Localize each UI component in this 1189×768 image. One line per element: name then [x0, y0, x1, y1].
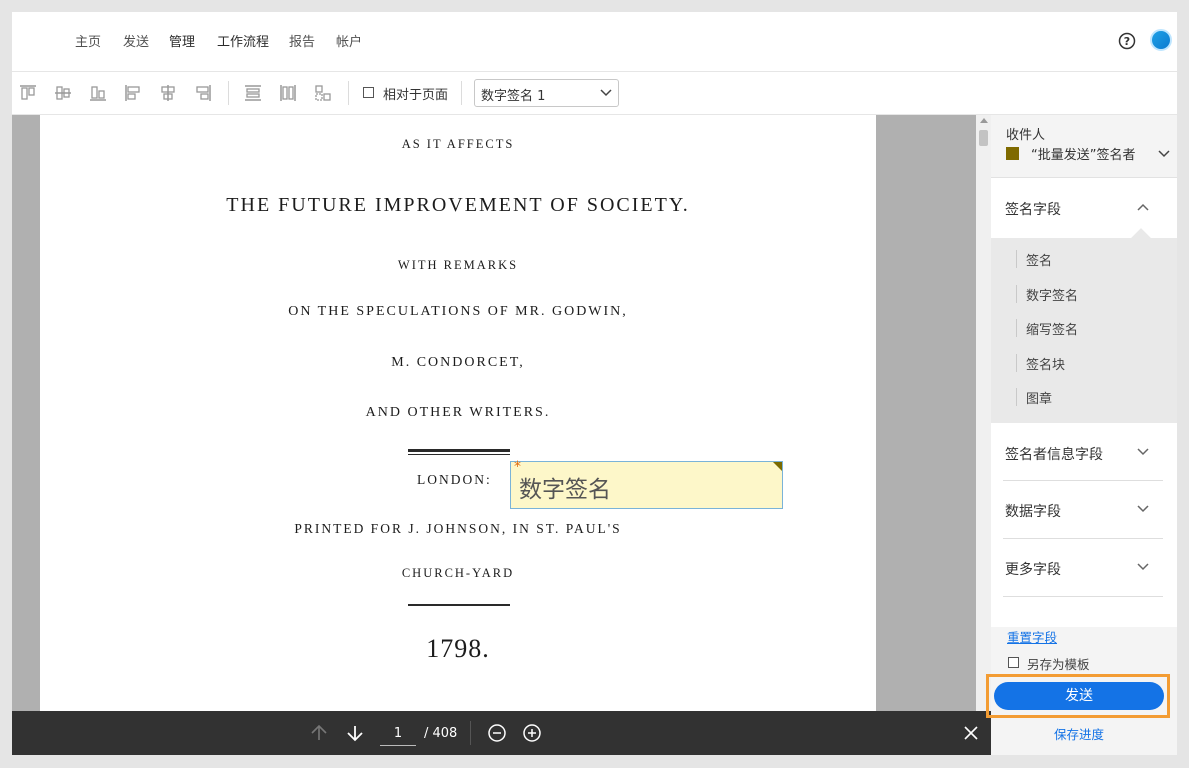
alignment-toolbar: 相对于页面 数字签名 1: [12, 72, 1177, 115]
section-title: 数据字段: [1005, 504, 1061, 520]
same-size-icon[interactable]: [313, 83, 333, 103]
signature-field-list: 签名 数字签名 缩写签名 签名块 图章: [991, 238, 1177, 423]
align-bottom-icon[interactable]: [88, 83, 108, 103]
avatar[interactable]: [1150, 29, 1172, 51]
save-as-template-label: 另存为模板: [1027, 657, 1090, 672]
arrow-up-icon[interactable]: [309, 723, 329, 743]
field-item-initials[interactable]: 缩写签名: [1016, 319, 1078, 338]
recipient-color-swatch: [1006, 147, 1019, 160]
doc-line: WITH REMARKS: [397, 258, 519, 272]
save-as-template-checkbox[interactable]: [1008, 657, 1019, 668]
panel-divider: [1003, 596, 1163, 597]
field-item-signature[interactable]: 签名: [1016, 250, 1052, 269]
reset-fields-link[interactable]: 重置字段: [1007, 627, 1057, 646]
field-item-signature-block[interactable]: 签名块: [1016, 354, 1065, 373]
align-center-icon[interactable]: [158, 83, 178, 103]
nav-send[interactable]: 发送: [123, 31, 149, 50]
doc-title: THE FUTURE IMPROVEMENT OF SOCIETY.: [226, 194, 690, 216]
digital-signature-field[interactable]: * 数字签名: [510, 459, 783, 509]
document-page: AS IT AFFECTS THE FUTURE IMPROVEMENT OF …: [40, 115, 876, 711]
section-signature-fields[interactable]: 签名字段: [991, 178, 1177, 238]
field-color-corner: [773, 462, 782, 471]
field-select-dropdown[interactable]: 数字签名 1: [474, 79, 619, 107]
field-item-stamp[interactable]: 图章: [1016, 388, 1052, 407]
doc-line: M. CONDORCET,: [391, 355, 525, 370]
save-progress-link[interactable]: 保存进度: [1054, 724, 1104, 743]
scroll-up-arrow[interactable]: [980, 118, 988, 123]
doc-year: 1798.: [426, 634, 490, 663]
signature-field-label: 数字签名: [519, 477, 611, 503]
relative-to-page-label: 相对于页面: [383, 88, 449, 103]
zoom-in-icon[interactable]: [522, 723, 542, 743]
chevron-up-icon[interactable]: [1137, 202, 1149, 212]
relative-to-page-checkbox[interactable]: [363, 87, 374, 98]
recipient-title: 收件人: [1006, 128, 1046, 143]
chevron-down-icon[interactable]: [1158, 149, 1170, 159]
same-height-icon[interactable]: [278, 83, 298, 103]
pager-divider: [470, 721, 471, 745]
field-item-digital-signature[interactable]: 数字签名: [1016, 285, 1078, 304]
top-nav: 主页 发送 管理 工作流程 报告 帐户 ?: [12, 12, 1177, 72]
help-icon[interactable]: ?: [1118, 32, 1136, 50]
doc-churchyard: CHURCH-YARD: [401, 566, 515, 580]
collapsed-sections: 签名者信息字段 数据字段 更多字段: [991, 423, 1177, 627]
section-signer-info-fields[interactable]: 签名者信息字段: [991, 423, 1177, 480]
zoom-out-icon[interactable]: [487, 723, 507, 743]
arrow-down-icon[interactable]: [345, 723, 365, 743]
doc-line: ON THE SPECULATIONS OF MR. GODWIN,: [288, 304, 628, 319]
section-title: 签名字段: [1005, 202, 1061, 218]
scroll-thumb[interactable]: [979, 130, 988, 146]
align-top-icon[interactable]: [18, 83, 38, 103]
fields-panel: 收件人 “批量发送”签名者 签名字段 签名 数字签名 缩写签名 签名块 图章 签…: [991, 115, 1177, 755]
toolbar-divider: [228, 81, 229, 105]
chevron-down-icon[interactable]: [1137, 447, 1149, 457]
nav-reports[interactable]: 报告: [289, 31, 315, 50]
divider-rule: [408, 454, 510, 455]
section-more-fields[interactable]: 更多字段: [991, 539, 1177, 596]
close-icon[interactable]: [961, 723, 981, 743]
send-button[interactable]: 发送: [994, 682, 1164, 710]
recipient-select[interactable]: “批量发送”签名者: [1031, 144, 1135, 163]
svg-text:?: ?: [1124, 35, 1130, 48]
section-title: 更多字段: [1005, 562, 1061, 578]
vertical-scrollbar[interactable]: [976, 115, 991, 711]
align-left-icon[interactable]: [123, 83, 143, 103]
chevron-down-icon[interactable]: [1137, 562, 1149, 572]
document-viewport[interactable]: AS IT AFFECTS THE FUTURE IMPROVEMENT OF …: [12, 115, 991, 711]
align-right-icon[interactable]: [193, 83, 213, 103]
doc-line: AS IT AFFECTS: [401, 137, 515, 151]
divider-rule: [408, 449, 510, 452]
doc-london: LONDON:: [417, 472, 492, 487]
doc-line: AND OTHER WRITERS.: [365, 405, 551, 420]
same-width-icon[interactable]: [243, 83, 263, 103]
section-title: 签名者信息字段: [1005, 447, 1103, 463]
toolbar-divider: [348, 81, 349, 105]
nav-manage[interactable]: 管理: [169, 31, 195, 50]
doc-printed-for: PRINTED FOR J. JOHNSON, IN ST. PAUL'S: [294, 521, 622, 536]
page-nav-bar: 1 / 408: [12, 711, 991, 755]
nav-account[interactable]: 帐户: [336, 31, 362, 50]
page-number-input[interactable]: 1: [380, 722, 416, 746]
app-window: 主页 发送 管理 工作流程 报告 帐户 ? 相对于页面 数字签名 1 AS IT…: [12, 12, 1177, 755]
nav-workflows[interactable]: 工作流程: [217, 31, 269, 50]
nav-home[interactable]: 主页: [75, 31, 101, 50]
section-data-fields[interactable]: 数据字段: [991, 481, 1177, 538]
page-total: / 408: [424, 726, 458, 741]
chevron-down-icon[interactable]: [1137, 504, 1149, 514]
toolbar-divider: [461, 81, 462, 105]
divider-rule: [408, 604, 510, 606]
chevron-down-icon: [600, 89, 612, 97]
align-middle-icon[interactable]: [53, 83, 73, 103]
field-select-value: 数字签名 1: [481, 89, 546, 104]
